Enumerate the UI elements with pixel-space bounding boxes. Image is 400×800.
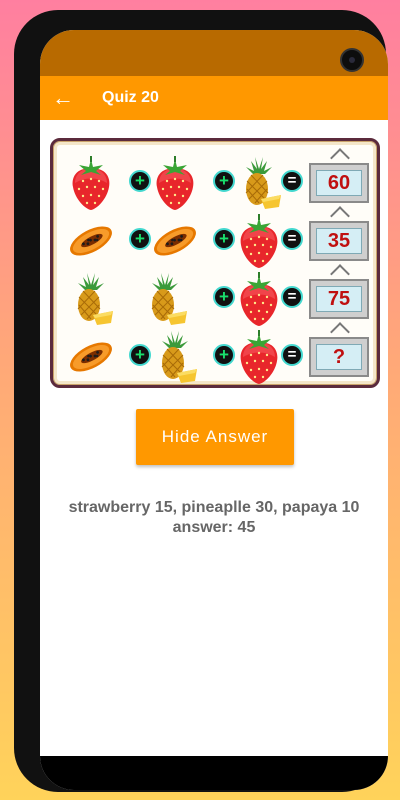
answer-text: strawberry 15, pineaplle 30, papaya 10 a… <box>40 498 388 538</box>
puzzle-row-1: + + = 60 <box>67 155 377 211</box>
plus-icon: + <box>213 344 235 366</box>
result-value: 60 <box>316 170 362 196</box>
navigation-bar <box>40 756 388 790</box>
result-box: 60 <box>309 163 369 203</box>
strawberry-icon <box>235 271 283 327</box>
result-box: ? <box>309 337 369 377</box>
plus-icon: + <box>213 286 235 308</box>
pineapple-icon <box>141 271 189 327</box>
result-value: 75 <box>316 286 362 312</box>
strawberry-icon <box>235 329 283 385</box>
equals-icon: = <box>281 228 303 250</box>
app-screen: ← Quiz 20 + + = 60 + + = 35 + = 75 + + =… <box>40 30 388 790</box>
strawberry-icon <box>235 213 283 269</box>
hide-answer-button[interactable]: Hide Answer <box>136 409 294 465</box>
arrow-left-icon: ← <box>52 85 74 110</box>
plus-icon: + <box>129 344 151 366</box>
app-bar: ← Quiz 20 <box>40 76 388 120</box>
plus-icon: + <box>129 228 151 250</box>
pineapple-icon <box>151 329 199 385</box>
strawberry-icon <box>67 155 115 211</box>
back-button[interactable]: ← <box>40 76 86 120</box>
papaya-icon <box>67 213 115 269</box>
puzzle-row-4: + + = ? <box>67 329 377 385</box>
result-box: 35 <box>309 221 369 261</box>
equals-icon: = <box>281 170 303 192</box>
plus-icon: + <box>213 170 235 192</box>
plus-icon: + <box>129 170 151 192</box>
strawberry-icon <box>151 155 199 211</box>
equals-icon: = <box>281 344 303 366</box>
pineapple-icon <box>67 271 115 327</box>
equals-icon: = <box>281 286 303 308</box>
result-value: 35 <box>316 228 362 254</box>
phone-frame: ← Quiz 20 + + = 60 + + = 35 + = 75 + + =… <box>14 10 388 792</box>
plus-icon: + <box>213 228 235 250</box>
puzzle-row-3: + = 75 <box>67 271 377 327</box>
page-title: Quiz 20 <box>102 89 159 106</box>
papaya-icon <box>67 329 115 385</box>
front-camera <box>340 48 364 72</box>
answer-result: answer: 45 <box>172 519 256 536</box>
pineapple-icon <box>235 155 283 211</box>
status-bar <box>40 30 388 76</box>
result-box: 75 <box>309 279 369 319</box>
papaya-icon <box>151 213 199 269</box>
answer-explanation: strawberry 15, pineaplle 30, papaya 10 <box>68 499 360 516</box>
puzzle-row-2: + + = 35 <box>67 213 377 269</box>
result-value: ? <box>316 344 362 370</box>
puzzle-image: + + = 60 + + = 35 + = 75 + + = ? <box>50 138 380 388</box>
